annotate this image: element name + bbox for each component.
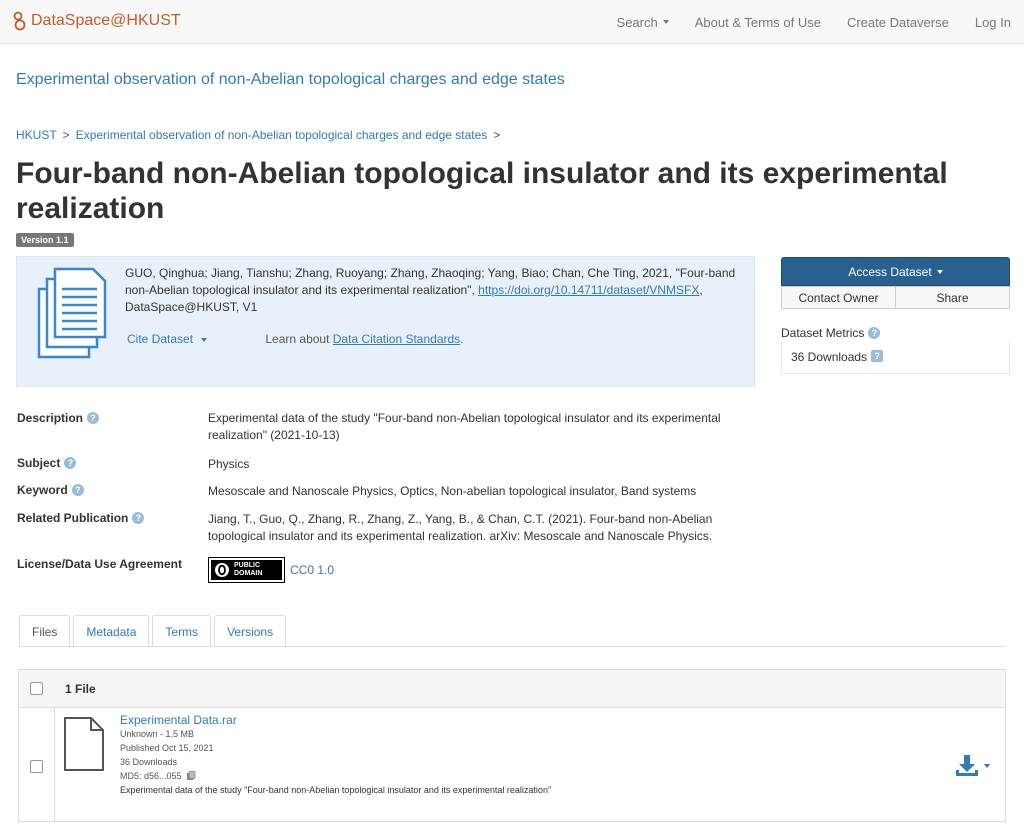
cite-row: Cite Dataset Learn about Data Citation S… [127,332,464,346]
dataverse-logo-icon [13,11,26,31]
file-name-link[interactable]: Experimental Data.rar [120,713,237,727]
nav-links: Search About & Terms of Use Create Datav… [604,0,1024,44]
file-table: 1 File Experimental Data.rar Unknown - 1… [18,669,1006,822]
version-badge: Version 1.1 [16,233,74,247]
file-count: 1 File [65,681,96,696]
nav-login[interactable]: Log In [962,0,1024,44]
file-info: Experimental Data.rar Unknown - 1.5 MB P… [120,713,600,797]
description-label: Description ? [17,411,100,425]
dataverse-title-link[interactable]: Experimental observation of non-Abelian … [16,71,565,89]
citation-doi-link[interactable]: https://doi.org/10.14711/dataset/VNMSFX [478,283,699,297]
data-citation-standards-link[interactable]: Data Citation Standards [333,332,460,346]
breadcrumb-root[interactable]: HKUST [16,128,57,142]
access-dataset-button[interactable]: Access Dataset [781,257,1010,286]
file-type-size: Unknown - 1.5 MB [120,729,195,739]
related-publication-value: Jiang, T., Guo, Q., Zhang, R., Zhang, Z.… [208,512,713,543]
page-title: Four-band non-Abelian topological insula… [16,157,948,225]
nav-search-dropdown[interactable]: Search [604,0,682,44]
file-table-header: 1 File [19,670,1005,708]
citation-box: GUO, Qinghua; Jiang, Tianshu; Zhang, Ruo… [16,256,755,387]
file-icon [64,717,104,771]
cite-dataset-label: Cite Dataset [127,332,194,346]
help-icon[interactable]: ? [87,412,100,424]
brand-link[interactable]: DataSpace@HKUST [12,11,181,31]
file-md5-text: MD5: d56...055 [120,771,182,781]
file-md5: MD5: d56...055 [120,769,600,783]
download-icon [956,755,978,776]
owner-share-row: Contact Owner Share [781,286,1010,309]
file-downloads: 36 Downloads [120,757,178,767]
dataset-tabs: Files Metadata Terms Versions [19,615,289,647]
nav-about[interactable]: About & Terms of Use [682,0,834,44]
tab-metadata[interactable]: Metadata [73,615,150,647]
copy-clipboard-icon[interactable] [186,771,196,781]
help-icon[interactable]: ? [64,457,77,469]
metrics-label-text: Dataset Metrics [781,326,865,340]
caret-down-icon [201,337,208,342]
cc0-badge-inner: PUBLIC DOMAIN [211,560,282,580]
keyword-label: Keyword ? [17,483,84,497]
metrics-downloads: 36 Downloads [791,350,868,364]
learn-prefix: Learn about [265,332,333,346]
subject-label-text: Subject [17,456,61,470]
tab-divider [19,646,1006,647]
cc0-license-link[interactable]: CC0 1.0 [290,563,334,577]
help-icon[interactable]: ? [871,350,884,362]
subject-value: Physics [208,457,250,471]
caret-down-icon [984,764,990,768]
file-row-checkbox[interactable] [30,760,43,773]
cc0-badge-text: PUBLIC DOMAIN [234,562,262,578]
citation-text: GUO, Qinghua; Jiang, Tianshu; Zhang, Ruo… [125,265,747,316]
subject-label: Subject ? [17,456,77,470]
help-icon[interactable]: ? [71,484,84,496]
select-all-checkbox[interactable] [30,682,43,695]
learn-about-text: Learn about Data Citation Standards. [265,332,463,346]
related-publication-label: Related Publication ? [17,511,145,525]
keyword-label-text: Keyword [17,483,68,497]
file-published: Published Oct 15, 2021 [120,743,214,753]
cc0-public-domain-badge[interactable]: PUBLIC DOMAIN [208,557,285,583]
brand-name: DataSpace@HKUST [31,12,181,29]
description-label-text: Description [17,411,84,425]
cc0-badge-line1: PUBLIC [234,562,261,569]
row-checkbox-cell [19,708,55,822]
cite-dataset-dropdown[interactable]: Cite Dataset [127,332,208,346]
help-icon[interactable]: ? [132,512,145,524]
breadcrumb-separator: > [493,128,501,142]
share-button[interactable]: Share [896,286,1010,309]
caret-down-icon [936,269,943,274]
breadcrumb-parent[interactable]: Experimental observation of non-Abelian … [76,128,488,142]
keyword-value: Mesoscale and Nanoscale Physics, Optics,… [208,484,697,498]
contact-owner-button[interactable]: Contact Owner [781,286,896,309]
license-value: PUBLIC DOMAIN CC0 1.0 [208,557,334,583]
tab-versions[interactable]: Versions [214,615,287,647]
cc-zero-icon [215,563,229,577]
file-description: Experimental data of the study "Four-ban… [120,785,552,795]
dataset-document-icon [37,267,107,359]
license-label: License/Data Use Agreement [17,557,182,571]
license-label-text: License/Data Use Agreement [17,557,182,571]
breadcrumb: HKUST > Experimental observation of non-… [16,128,506,142]
tab-files[interactable]: Files [19,615,71,647]
access-dataset-label: Access Dataset [848,264,932,279]
cc0-badge-line2: DOMAIN [234,570,263,577]
download-dropdown[interactable] [955,754,990,778]
nav-create-dataverse[interactable]: Create Dataverse [834,0,962,44]
navbar: DataSpace@HKUST Search About & Terms of … [0,0,1024,44]
nav-search-label: Search [616,14,658,30]
help-icon[interactable]: ? [868,327,881,339]
caret-down-icon [662,20,669,24]
learn-suffix: . [460,332,464,346]
description-value: Experimental data of the study "Four-ban… [208,411,721,442]
related-label-text: Related Publication [17,511,129,525]
metrics-box: 36 Downloads ? [781,342,1010,374]
tab-terms[interactable]: Terms [152,615,212,647]
dataset-metrics-label: Dataset Metrics ? [781,326,881,340]
breadcrumb-separator: > [62,128,70,142]
